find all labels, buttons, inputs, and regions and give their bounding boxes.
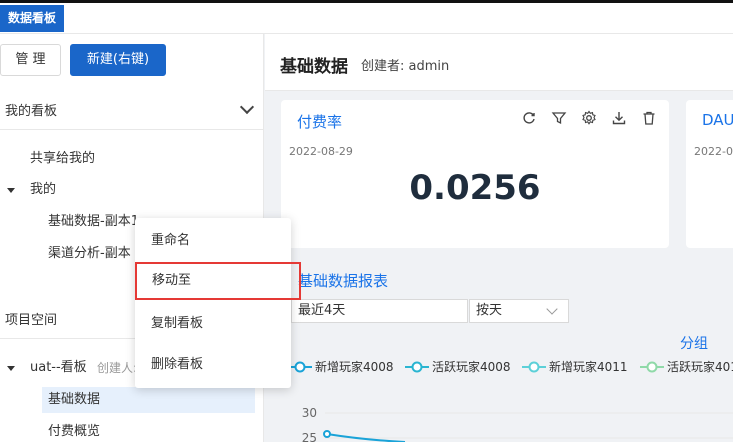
card-date: 2022-08 [694, 145, 733, 158]
metric-value: 0.0256 [409, 168, 541, 208]
metric-card: 付费率 2022-08-29 0.0256 [281, 100, 669, 248]
caret-down-icon[interactable] [7, 366, 15, 371]
card-title[interactable]: 付费率 [297, 111, 342, 132]
settings-icon[interactable] [581, 110, 597, 126]
tree-item-board[interactable]: 付费概览 [48, 419, 100, 442]
report-title[interactable]: 基础数据报表 [298, 270, 388, 291]
new-board-button[interactable]: 新建(右键) [70, 44, 166, 76]
card-title[interactable]: DAU [702, 111, 733, 129]
line-chart: 30 25 [302, 406, 733, 442]
my-boards-label: 我的看板 [5, 104, 58, 119]
granularity-value: 按天 [476, 303, 503, 318]
group-toggle[interactable]: 分组 [680, 333, 708, 353]
refresh-icon[interactable] [521, 110, 537, 126]
tree-item-board[interactable]: 基础数据-副本1 [48, 209, 139, 235]
legend-label: 新增玩家4008 [315, 360, 394, 374]
page-title: 基础数据 [280, 57, 348, 77]
tree-item-shared[interactable]: 共享给我的 [30, 146, 95, 172]
context-menu: 重命名 移动至 复制看板 删除看板 [135, 218, 301, 388]
date-range-select[interactable]: 最近4天 [291, 299, 468, 323]
chevron-down-icon [546, 303, 558, 315]
menu-item-copy-board[interactable]: 复制看板 [135, 305, 291, 343]
menu-item-move-to[interactable]: 移动至 [135, 262, 301, 300]
manage-button[interactable]: 管 理 [0, 44, 61, 76]
project-space-label: 项目空间 [5, 313, 58, 328]
filter-icon[interactable] [551, 110, 567, 126]
data-point[interactable] [323, 430, 331, 438]
group-creator: 创建人: [97, 361, 138, 375]
menu-item-delete-board[interactable]: 删除看板 [135, 346, 291, 384]
legend-marker [522, 361, 546, 373]
tab-data-board[interactable]: 数据看板 [0, 5, 65, 32]
y-tick-label: 30 [302, 406, 317, 420]
board-header: 基础数据 创建者: admin [265, 34, 733, 91]
legend-label: 新增玩家4011 [549, 360, 628, 374]
window-edge [0, 0, 733, 3]
legend-marker [640, 361, 664, 373]
top-bar: 数据看板 [0, 0, 733, 34]
caret-down-icon[interactable] [7, 188, 15, 193]
legend-marker [288, 361, 312, 373]
tree-item-mine[interactable]: 我的 [0, 177, 264, 203]
my-boards-header[interactable]: 我的看板 [0, 94, 264, 130]
menu-item-rename[interactable]: 重命名 [135, 222, 291, 260]
delete-icon[interactable] [641, 110, 657, 126]
tree-item-board-selected[interactable]: 基础数据 [42, 387, 255, 413]
creator-text: 创建者: admin [361, 59, 450, 74]
download-icon[interactable] [611, 110, 627, 126]
granularity-select[interactable]: 按天 [469, 299, 569, 323]
metric-card: DAU 2022-08 [686, 100, 733, 248]
legend-marker [405, 361, 429, 373]
group-label: uat--看板 [30, 360, 87, 375]
tree-item-board[interactable]: 渠道分析-副本 [48, 241, 131, 267]
legend-label: 活跃玩家4008 [432, 360, 511, 374]
y-tick-label: 25 [302, 431, 317, 442]
tree-item-mine-label: 我的 [30, 182, 57, 197]
card-date: 2022-08-29 [289, 145, 353, 158]
chevron-down-icon[interactable] [239, 99, 255, 115]
card-toolbar [515, 110, 655, 128]
legend-label: 活跃玩家401 [667, 360, 733, 374]
